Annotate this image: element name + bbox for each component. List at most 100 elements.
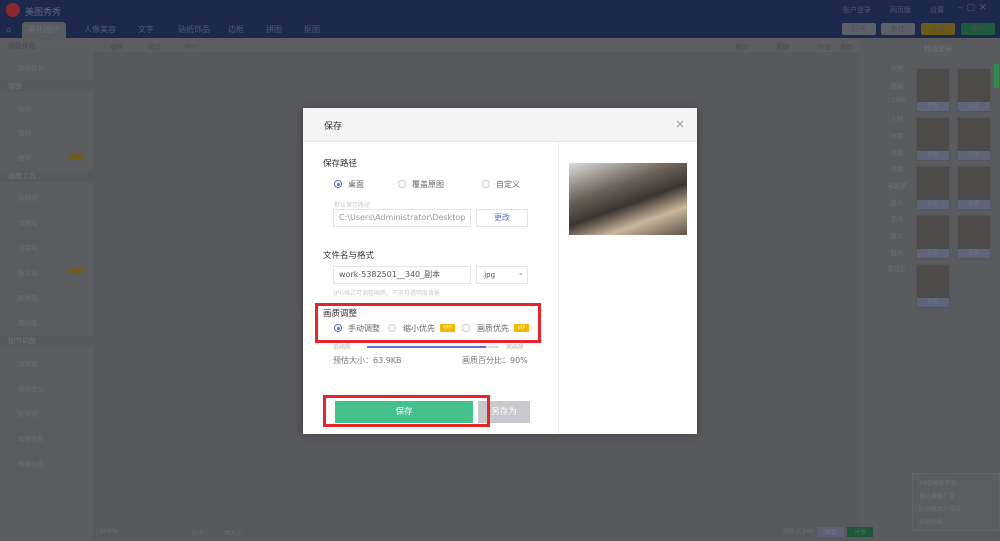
effect-thumbnail[interactable]: 原图 <box>916 117 950 161</box>
ad-item[interactable]: X8智能新手机 <box>919 478 957 487</box>
tab-cutout[interactable]: 抠图 <box>298 22 326 38</box>
sidebar-item-cutbg[interactable]: 抠背景 <box>18 408 38 418</box>
crop-tool[interactable]: 裁剪 <box>148 41 161 51</box>
effect-category[interactable]: LOMO <box>882 96 912 104</box>
effect-thumbnail[interactable]: 原图 <box>916 264 950 308</box>
smart-optimize-header[interactable]: 智能优化 <box>8 41 36 51</box>
tab-collage[interactable]: 拼图 <box>260 22 288 38</box>
scrollbar[interactable] <box>994 64 999 88</box>
redo-button[interactable]: 重做 <box>776 41 789 51</box>
web-version[interactable]: 网页版 <box>890 5 911 15</box>
effect-category[interactable]: 时尚 <box>882 163 912 173</box>
history-button[interactable]: 历史 <box>818 41 831 51</box>
sidebar-item-local-colorful[interactable]: 局部彩色 <box>18 458 44 468</box>
effect-category[interactable]: 胶片 <box>882 247 912 257</box>
radio-desktop[interactable] <box>334 180 342 188</box>
effect-label: 原图 <box>958 102 990 111</box>
effect-thumbnail[interactable]: 原图 <box>957 166 991 210</box>
sidebar-item-brush4[interactable]: 标注笔 <box>18 267 38 277</box>
radio-custom[interactable] <box>482 180 490 188</box>
window-controls[interactable]: –▢✕ <box>958 3 991 13</box>
effect-thumbnail[interactable]: 原图 <box>916 215 950 259</box>
vip-button[interactable]: 会员 <box>921 23 955 35</box>
compare-button[interactable]: 对比 <box>818 527 844 537</box>
effect-category[interactable]: 艺术 <box>882 213 912 223</box>
tab-frames[interactable]: 边框 <box>222 22 250 38</box>
effect-thumbnail[interactable]: 原图 <box>916 166 950 210</box>
sidebar-item-mosaic[interactable]: 马赛克 <box>18 358 38 368</box>
effect-label: 原图 <box>958 249 990 258</box>
save-path-label: 保存路径 <box>323 159 358 169</box>
save-top-button[interactable]: 保存 <box>961 23 995 35</box>
rotate-tool[interactable]: 旋转 <box>110 41 123 51</box>
close-icon[interactable]: × <box>675 117 685 131</box>
tab-text[interactable]: 文字 <box>132 22 160 38</box>
effect-category[interactable]: 基础 <box>882 80 912 90</box>
quality-slider[interactable] <box>367 346 499 348</box>
ad-item[interactable]: 放假贴纸 <box>919 517 943 526</box>
sidebar-item-smart[interactable]: 智能优化 <box>18 62 44 72</box>
effect-category[interactable]: 常用 <box>882 63 912 73</box>
effect-thumbnail[interactable]: 原图 <box>957 68 991 112</box>
account-login[interactable]: 账户登录 <box>843 5 871 15</box>
resize-tool[interactable]: 尺寸 <box>184 41 197 51</box>
change-path-button[interactable]: 更改 <box>476 209 528 227</box>
radio-overwrite-label[interactable]: 覆盖原图 <box>412 179 444 190</box>
radio-custom-label[interactable]: 自定义 <box>496 179 520 190</box>
sidebar-item-color[interactable]: 色彩 <box>18 127 31 137</box>
sidebar-item-brush3[interactable]: 消除笔 <box>18 242 38 252</box>
new-button[interactable]: 新建 <box>881 23 915 35</box>
effect-category[interactable]: 霓虹灯 <box>882 263 912 273</box>
effect-category[interactable]: 胶片 <box>882 197 912 207</box>
path-input[interactable]: C:\Users\Administrator\Desktop <box>333 209 471 227</box>
sidebar-section-enhance[interactable]: 增强 <box>0 81 95 92</box>
fit-button[interactable]: 适应 <box>191 528 203 537</box>
sidebar-item-brush2[interactable]: 消除笔 <box>18 217 38 227</box>
effect-category[interactable]: 风景 <box>882 147 912 157</box>
radio-desktop-label[interactable]: 桌面 <box>348 179 364 190</box>
format-value: .jpg <box>482 271 496 279</box>
effect-category[interactable]: 电影感 <box>882 180 912 190</box>
tab-beautify[interactable]: 美化图片 <box>22 22 66 38</box>
effect-thumbnail[interactable]: 原图 <box>957 215 991 259</box>
ad-item[interactable]: 防伪原图不修防 <box>919 504 961 513</box>
sidebar-item-detail[interactable]: 细节 <box>18 152 31 162</box>
original-button[interactable]: 原图 <box>840 41 853 51</box>
effect-thumbnail[interactable]: 原图 <box>957 117 991 161</box>
effect-label: 原图 <box>917 200 949 209</box>
effect-label: 原图 <box>958 200 990 209</box>
tab-portrait[interactable]: 人像美容 <box>78 22 122 38</box>
sidebar-section-brush[interactable]: 画笔工具 <box>0 171 95 182</box>
sidebar-item-brush1[interactable]: 涂鸦笔 <box>18 192 38 202</box>
undo-button[interactable]: 撤销 <box>735 41 748 51</box>
effect-category[interactable]: 食物 <box>882 130 912 140</box>
high-quality-label: 高画质 <box>506 344 525 351</box>
sidebar-item-local-color[interactable]: 局部变色 <box>18 433 44 443</box>
app-title: 美图秀秀 <box>25 8 62 18</box>
effect-category[interactable]: 人物 <box>882 113 912 123</box>
effect-thumbnail[interactable]: 原图 <box>916 68 950 112</box>
filename-input[interactable]: work-5382501__340_副本 <box>333 266 471 284</box>
open-button[interactable]: 打开 <box>842 23 876 35</box>
title-bar: 美图秀秀 ⌂ 美化图片 人像美容 文字 贴纸饰品 边框 拼图 抠图 账户登录 网… <box>0 0 1000 38</box>
home-icon[interactable]: ⌂ <box>6 25 11 34</box>
sidebar-section-detail[interactable]: 细节调整 <box>0 336 95 347</box>
ad-panel: X8智能新手机 直达模板广告 防伪原图不修防 放假贴纸 <box>912 473 1000 531</box>
effect-category[interactable]: 复古 <box>882 230 912 240</box>
status-bar: 100% 适应 原大小 565 x 340 对比 分享 <box>96 525 873 541</box>
estimated-size: 预估大小：63.9KB <box>333 356 402 365</box>
format-select[interactable]: .jpg ▾ <box>476 266 528 284</box>
settings-link[interactable]: 设置 <box>930 5 944 15</box>
ad-item[interactable]: 直达模板广告 <box>919 491 955 500</box>
effects-title: 特效滤镜 <box>924 45 952 53</box>
sidebar-item-light[interactable]: 光效 <box>18 103 31 113</box>
tab-stickers[interactable]: 贴纸饰品 <box>172 22 216 38</box>
share-button[interactable]: 分享 <box>847 527 873 537</box>
actual-size-button[interactable]: 原大小 <box>224 528 242 537</box>
sidebar-item-blur[interactable]: 背景虚化 <box>18 383 44 393</box>
radio-overwrite[interactable] <box>398 180 406 188</box>
zoom-level[interactable]: 100% <box>100 528 117 535</box>
sidebar-item-brush5[interactable]: 取色笔 <box>18 292 38 302</box>
effect-label: 原图 <box>917 298 949 307</box>
sidebar-item-brush6[interactable]: 魔幻笔 <box>18 317 38 327</box>
